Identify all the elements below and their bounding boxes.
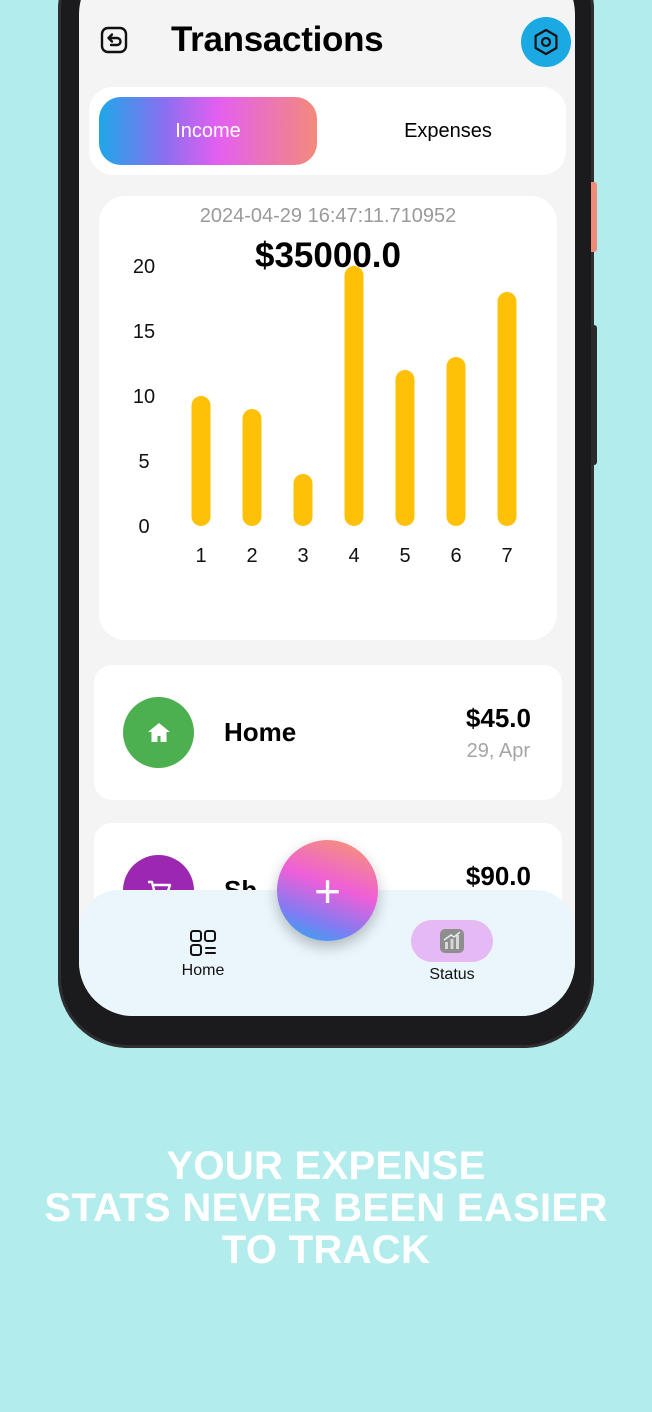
y-tick-label: 15	[133, 321, 155, 343]
x-tick-label: 6	[450, 545, 461, 567]
tab-income[interactable]: Income	[99, 97, 317, 165]
category-avatar	[123, 697, 194, 768]
home-icon	[147, 722, 170, 742]
x-tick-label: 2	[246, 545, 257, 567]
transaction-amount: $45.0	[465, 703, 531, 733]
stats-icon	[440, 929, 464, 953]
chart-bar	[395, 370, 415, 526]
chart-bar	[293, 474, 313, 526]
y-tick-label: 20	[133, 256, 155, 278]
promo-tagline: YOUR EXPENSE STATS NEVER BEEN EASIER TO …	[0, 1145, 652, 1271]
x-tick-label: 7	[501, 545, 512, 567]
nav-status-label: Status	[429, 966, 475, 983]
dashboard-icon	[190, 930, 216, 956]
nav-item-status[interactable]: Status	[409, 920, 495, 990]
chart-bar	[344, 266, 364, 526]
x-tick-label: 5	[399, 545, 410, 567]
transaction-date: 29, Apr	[466, 740, 530, 762]
transaction-name: Home	[224, 717, 297, 747]
chart-card: 2024-04-29 16:47:11.710952 $35000.0 0 5 10…	[99, 196, 557, 640]
transaction-card[interactable]: Home $45.0 29, Apr	[94, 665, 562, 800]
chart-bar	[242, 409, 262, 526]
logout-button[interactable]	[97, 23, 131, 57]
x-tick-label: 1	[195, 545, 206, 567]
bar-chart: 0 5 10 15 20 1 2 3 4 5 6 7	[133, 256, 517, 567]
tagline-line-2: STATS NEVER BEEN EASIER	[44, 1186, 608, 1230]
x-tick-label: 3	[297, 545, 308, 567]
nav-home-label: Home	[181, 962, 225, 979]
settings-icon	[534, 28, 558, 56]
y-tick-label: 0	[138, 516, 149, 538]
chart-bar	[191, 396, 211, 526]
nav-item-home[interactable]: Home	[163, 928, 243, 988]
chart-bar	[497, 292, 517, 526]
transaction-amount: $90.0	[465, 861, 531, 891]
tagline-line-1: YOUR EXPENSE	[166, 1144, 486, 1188]
app-header: Transactions	[79, 0, 575, 84]
logout-icon	[100, 26, 128, 54]
y-tick-label: 5	[138, 451, 149, 473]
app-screen: Transactions Income Expenses 2024-04-29 …	[79, 0, 575, 1016]
type-tabs: Income Expenses	[89, 87, 566, 175]
x-tick-label: 4	[348, 545, 359, 567]
y-tick-label: 10	[133, 386, 155, 408]
nav-status-pill	[411, 920, 493, 962]
page-title: Transactions	[171, 20, 384, 59]
tagline-line-3: TO TRACK	[221, 1228, 431, 1272]
settings-button[interactable]	[521, 17, 571, 67]
tab-expenses[interactable]: Expenses	[339, 97, 557, 165]
chart-bar	[446, 357, 466, 526]
phone-volume-button	[591, 325, 597, 465]
add-transaction-button[interactable]: +	[277, 840, 378, 941]
phone-side-button	[591, 182, 597, 252]
